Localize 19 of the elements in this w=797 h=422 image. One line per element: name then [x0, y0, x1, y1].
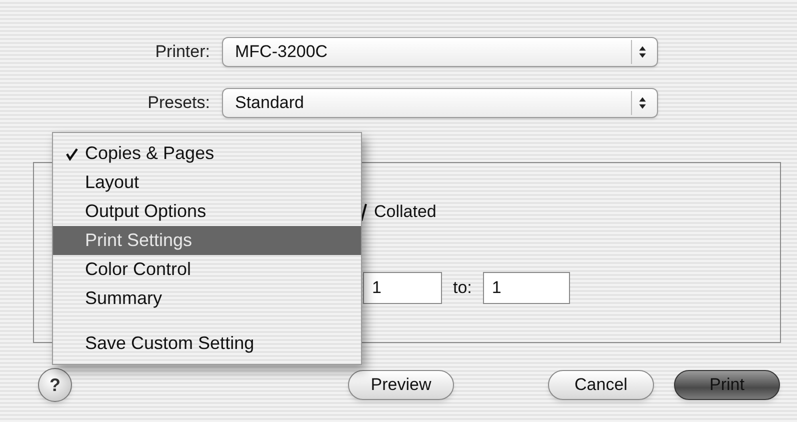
- menu-item[interactable]: Layout: [53, 168, 361, 197]
- menu-item[interactable]: Copies & Pages: [53, 139, 361, 168]
- push-button[interactable]: Cancel: [548, 370, 654, 400]
- menu-item[interactable]: Color Control: [53, 255, 361, 284]
- menu-item[interactable]: Output Options: [53, 197, 361, 226]
- field-label: Presets:: [146, 92, 211, 114]
- menu-item[interactable]: Print Settings: [53, 226, 361, 255]
- to-field[interactable]: 1: [482, 272, 570, 304]
- field-label: Printer:: [154, 41, 211, 64]
- from-field[interactable]: 1: [363, 272, 442, 304]
- checkmark-icon: [65, 147, 79, 162]
- menu-item[interactable]: Save Custom Setting: [53, 329, 361, 358]
- push-button[interactable]: Preview: [348, 370, 454, 400]
- help-button[interactable]: ?: [38, 368, 72, 402]
- field-label: to:: [453, 277, 472, 300]
- popup-menu[interactable]: MFC-3200C: [222, 37, 658, 67]
- menu-item[interactable]: Summary: [53, 284, 361, 313]
- popup-menu[interactable]: Standard: [222, 88, 658, 118]
- checkbox-label: Collated: [374, 201, 436, 223]
